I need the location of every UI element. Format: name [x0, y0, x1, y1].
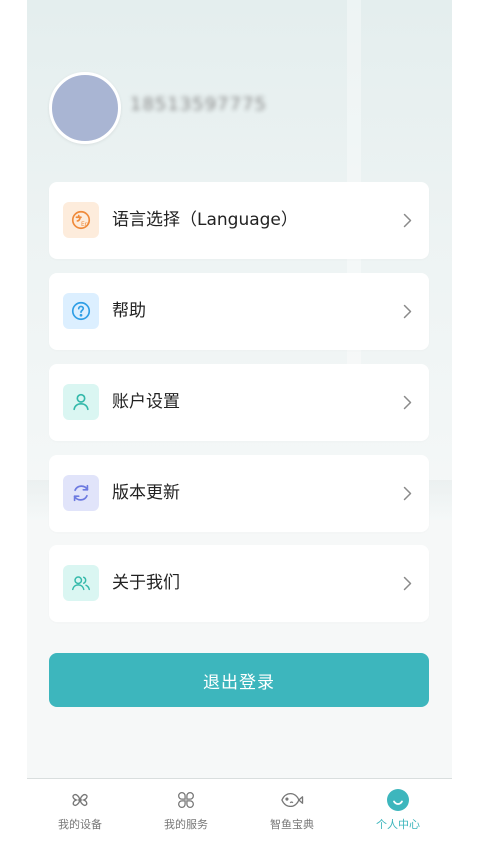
- language-icon: En: [63, 202, 99, 238]
- menu-item-version-update[interactable]: 版本更新: [49, 455, 429, 532]
- menu-item-label: 帮助: [112, 301, 146, 321]
- user-phone-number: 18513597775: [130, 94, 267, 115]
- menu-item-label: 关于我们: [112, 573, 180, 593]
- menu-item-label: 账户设置: [112, 392, 180, 412]
- menu-item-language[interactable]: En 语言选择（Language）: [49, 182, 429, 259]
- tab-my-devices[interactable]: 我的设备: [27, 779, 133, 850]
- chevron-right-icon: [399, 182, 415, 259]
- tab-label: 智鱼宝典: [270, 818, 314, 831]
- chevron-right-icon: [399, 545, 415, 622]
- tab-fish-handbook[interactable]: 智鱼宝典: [239, 779, 345, 850]
- user-icon: [63, 384, 99, 420]
- avatar[interactable]: [49, 72, 121, 144]
- svg-text:En: En: [81, 221, 89, 228]
- logout-button[interactable]: 退出登录: [49, 653, 429, 707]
- menu-item-label: 语言选择（Language）: [112, 210, 298, 230]
- tab-label: 我的服务: [164, 818, 208, 831]
- app-screen: 18513597775 En 语言选择（Language） 帮助 账户设置 版本…: [27, 0, 452, 850]
- menu-item-about-us[interactable]: 关于我们: [49, 545, 429, 622]
- grid-knot-icon: [174, 788, 198, 812]
- bottom-tab-bar: 我的设备 我的服务 智鱼宝典 个人中心: [27, 778, 452, 850]
- menu-item-account-settings[interactable]: 账户设置: [49, 364, 429, 441]
- fish-icon: [280, 788, 304, 812]
- chevron-right-icon: [399, 364, 415, 441]
- chevron-right-icon: [399, 273, 415, 350]
- team-icon: [63, 565, 99, 601]
- tab-my-services[interactable]: 我的服务: [133, 779, 239, 850]
- smile-icon: [386, 788, 410, 812]
- menu-item-label: 版本更新: [112, 483, 180, 503]
- chevron-right-icon: [399, 455, 415, 532]
- menu-item-help[interactable]: 帮助: [49, 273, 429, 350]
- tab-personal-center[interactable]: 个人中心: [345, 779, 451, 850]
- refresh-icon: [63, 475, 99, 511]
- help-icon: [63, 293, 99, 329]
- fan-icon: [68, 788, 92, 812]
- tab-label: 个人中心: [376, 818, 420, 831]
- tab-label: 我的设备: [58, 818, 102, 831]
